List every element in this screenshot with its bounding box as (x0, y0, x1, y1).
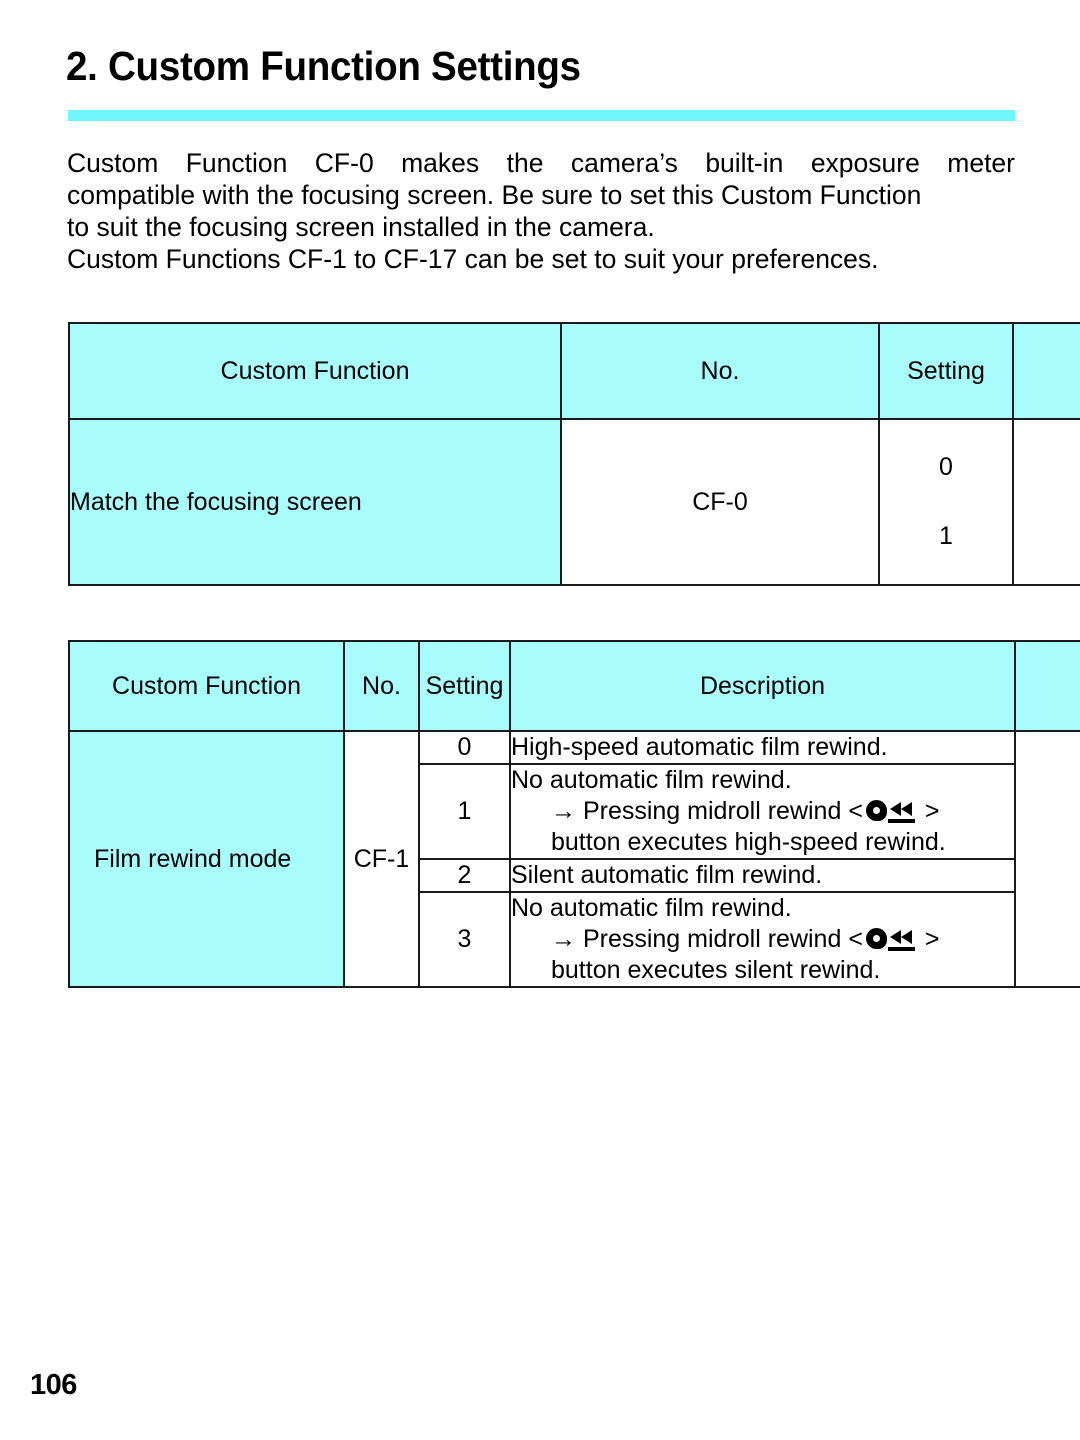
intro-word: meter (947, 148, 1015, 178)
cell-description: High-speed automatic film rewind. (509, 730, 1016, 765)
header-description (1012, 322, 1080, 420)
description-subline-suffix: > (924, 925, 940, 953)
function-name-label: Film rewind mode (94, 844, 292, 873)
setting-value: 0 (939, 453, 953, 481)
description-subline-prefix: → Pressing midroll rewind < (551, 925, 863, 953)
title-accent-rule (68, 110, 1015, 121)
intro-word: exposure (810, 148, 920, 178)
custom-function-table-cf0: Custom Function No. Setting Match the fo… (68, 322, 1080, 586)
cell-function-number: CF-1 (343, 730, 420, 988)
film-spool-shape (865, 928, 887, 949)
intro-paragraph: Custom Function CF-0 makes the camera’s … (67, 147, 1015, 275)
table-header-row: Custom Function No. Setting (68, 322, 1080, 420)
cell-description: Silent automatic film rewind. (509, 858, 1016, 893)
header-extra (1014, 640, 1080, 732)
header-setting: Setting (418, 640, 511, 732)
cell-setting-value: 1 (418, 763, 511, 860)
header-no: No. (343, 640, 420, 732)
description-subline: button executes silent rewind. (551, 956, 881, 984)
cell-function-number: CF-0 (560, 418, 880, 586)
rewind-arrow-shape (900, 930, 912, 944)
intro-word: Function (185, 148, 288, 178)
intro-word: the (506, 148, 544, 178)
cell-setting-value: 3 (418, 891, 511, 988)
cell-function-name: Match the focusing screen (68, 418, 562, 586)
rewind-underline-shape (887, 947, 915, 951)
header-description: Description (509, 640, 1016, 732)
intro-line-2: compatible with the focusing screen. Be … (67, 180, 922, 210)
rewind-arrow-shape (900, 802, 912, 816)
description-text: No automatic film rewind. (511, 766, 792, 794)
custom-function-table-cf1: Custom Function No. Setting Description … (68, 640, 1080, 988)
description-subline: → Pressing midroll rewind < > (511, 924, 1014, 955)
intro-line-3: to suit the focusing screen installed in… (67, 212, 655, 242)
midroll-rewind-icon (865, 799, 922, 823)
intro-word: built-in (705, 148, 784, 178)
intro-word: Custom (67, 148, 159, 178)
description-subline: → Pressing midroll rewind < > (511, 796, 1014, 827)
intro-word: CF-0 (314, 148, 374, 178)
table-row: Film rewind mode CF-1 0 High-speed autom… (68, 730, 1080, 988)
midroll-rewind-icon (865, 927, 922, 951)
cell-description (1012, 418, 1080, 586)
cell-extra (1014, 730, 1080, 988)
description-subline: button executes high-speed rewind. (551, 828, 946, 856)
header-setting: Setting (878, 322, 1014, 420)
cell-setting-value: 0 (418, 730, 511, 765)
intro-line-4: Custom Functions CF-1 to CF-17 can be se… (67, 244, 879, 274)
cell-description: No automatic film rewind. → Pressing mid… (509, 763, 1016, 860)
page-number: 106 (30, 1369, 77, 1401)
rewind-arrow-shape (889, 930, 901, 944)
film-spool-shape (865, 800, 887, 821)
setting-value: 1 (939, 522, 953, 550)
intro-word: camera’s (570, 148, 678, 178)
header-no: No. (560, 322, 880, 420)
description-text: High-speed automatic film rewind. (511, 733, 888, 761)
rewind-arrow-shape (889, 802, 901, 816)
intro-word: makes (401, 148, 480, 178)
table-header-row: Custom Function No. Setting Description (68, 640, 1080, 732)
header-custom-function: Custom Function (68, 322, 562, 420)
header-custom-function: Custom Function (68, 640, 345, 732)
rewind-underline-shape (887, 819, 915, 823)
description-text: No automatic film rewind. (511, 894, 792, 922)
cell-setting-value: 2 (418, 858, 511, 893)
cell-function-name: Film rewind mode (68, 730, 345, 988)
intro-line-1: Custom Function CF-0 makes the camera’s … (67, 147, 1015, 179)
cell-description: No automatic film rewind. → Pressing mid… (509, 891, 1016, 988)
page-title: 2. Custom Function Settings (66, 43, 581, 89)
table-row: Match the focusing screen CF-0 0 1 (68, 418, 1080, 586)
description-subline-suffix: > (924, 797, 940, 825)
cell-setting-values: 0 1 (878, 418, 1014, 586)
description-subline-prefix: → Pressing midroll rewind < (551, 797, 863, 825)
description-text: Silent automatic film rewind. (511, 861, 823, 889)
